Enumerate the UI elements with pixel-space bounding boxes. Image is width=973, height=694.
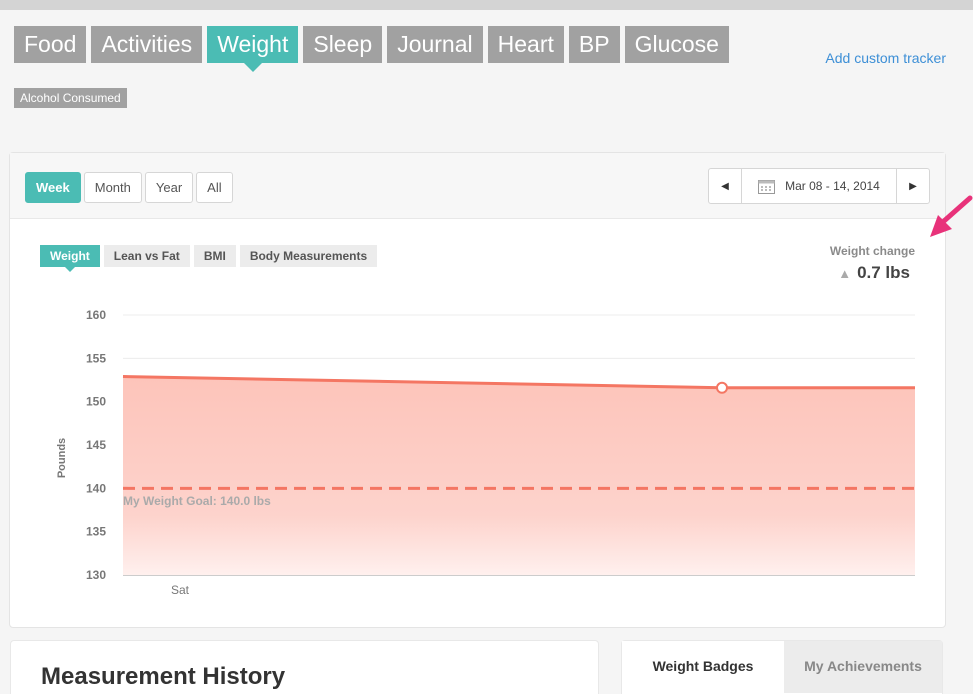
goal-label: My Weight Goal: 140.0 lbs: [123, 494, 271, 508]
chart-subtabs: Weight Lean vs Fat BMI Body Measurements: [40, 245, 378, 272]
caret-right-icon: ▶: [909, 180, 917, 192]
tab-bp[interactable]: BP: [568, 26, 620, 63]
measurement-history-card: Measurement History: [10, 640, 599, 694]
weight-panel: Week Month Year All ◀ Mar 08 - 14, 2014: [9, 152, 946, 628]
date-range-text: Mar 08 - 14, 2014: [785, 179, 880, 193]
x-tick-label: Sat: [171, 583, 190, 597]
range-all-button[interactable]: All: [196, 172, 233, 203]
weight-change-amount: 0.7 lbs: [857, 263, 910, 282]
tab-heart[interactable]: Heart: [487, 26, 564, 63]
weight-change-value: ▲ 0.7 lbs: [838, 263, 910, 283]
range-buttons: Week Month Year All: [25, 172, 233, 203]
tab-food[interactable]: Food: [14, 26, 87, 63]
y-tick-label: 150: [86, 395, 106, 409]
measurement-history-title: Measurement History: [41, 663, 286, 690]
tab-weight[interactable]: Weight: [207, 26, 299, 72]
y-tick-label: 145: [86, 438, 106, 452]
tab-sleep[interactable]: Sleep: [303, 26, 383, 63]
y-tick-label: 140: [86, 481, 106, 495]
weight-data-point: [716, 381, 728, 394]
weight-chart: 160 155 150 145 140 135 130 Sat Pounds My Weigh…: [56, 308, 915, 597]
calendar-icon: [758, 179, 776, 194]
tab-glucose[interactable]: Glucose: [624, 26, 729, 63]
tab-weight-badges[interactable]: Weight Badges: [622, 641, 784, 693]
sub-tracker-alcohol[interactable]: Alcohol Consumed: [14, 88, 127, 108]
callout-arrow-icon: [930, 195, 973, 237]
y-axis-label: Pounds: [56, 438, 68, 478]
tab-activities[interactable]: Activities: [91, 26, 203, 63]
tab-my-achievements[interactable]: My Achievements: [784, 641, 942, 693]
date-range-picker[interactable]: Mar 08 - 14, 2014: [742, 168, 896, 204]
subtab-lean-vs-fat[interactable]: Lean vs Fat: [103, 245, 190, 267]
range-week-button[interactable]: Week: [25, 172, 81, 203]
range-month-button[interactable]: Month: [83, 172, 142, 203]
previous-week-button[interactable]: ◀: [708, 168, 742, 204]
y-tick-label: 130: [86, 568, 106, 582]
panel-header: Week Month Year All ◀ Mar 08 - 14, 2014: [10, 153, 945, 219]
subtab-body-measurements[interactable]: Body Measurements: [239, 245, 378, 267]
badges-card: Weight Badges My Achievements: [621, 640, 943, 694]
subtab-weight[interactable]: Weight: [40, 245, 100, 272]
top-strip: [0, 0, 973, 10]
y-tick-label: 160: [86, 308, 106, 322]
tab-journal[interactable]: Journal: [387, 26, 483, 63]
tracker-tabs: Food Activities Weight Sleep Journal Hea…: [14, 26, 729, 72]
y-tick-label: 135: [86, 525, 106, 539]
add-custom-tracker-link[interactable]: Add custom tracker: [825, 50, 946, 66]
arrow-up-icon: ▲: [838, 265, 852, 281]
weight-area: [123, 376, 915, 575]
date-navigator: ◀ Mar 08 - 14, 2014 ▶: [708, 168, 930, 204]
y-tick-label: 155: [86, 351, 106, 365]
caret-left-icon: ◀: [721, 180, 729, 192]
range-year-button[interactable]: Year: [144, 172, 194, 203]
weight-change-label: Weight change: [829, 244, 915, 258]
subtab-bmi[interactable]: BMI: [193, 245, 236, 267]
